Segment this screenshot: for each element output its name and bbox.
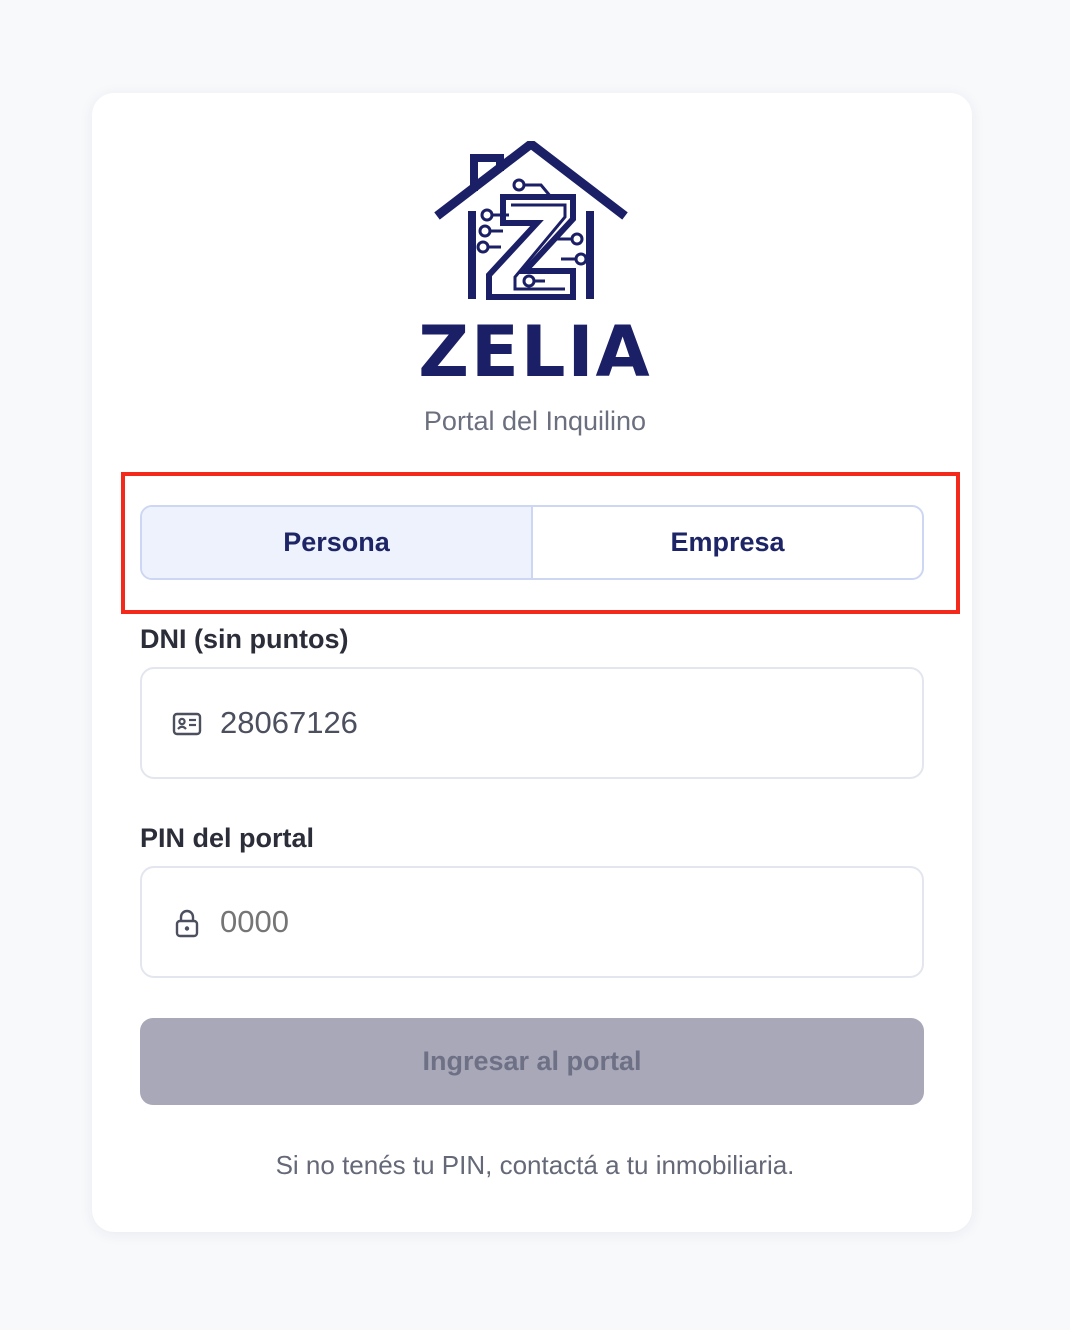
id-card-icon bbox=[172, 712, 202, 736]
pin-input[interactable] bbox=[220, 868, 910, 976]
account-type-toggle: Persona Empresa bbox=[140, 505, 924, 580]
dni-field bbox=[140, 667, 924, 779]
pin-help-text: Si no tenés tu PIN, contactá a tu inmobi… bbox=[275, 1150, 795, 1180]
lock-icon bbox=[175, 909, 199, 938]
dni-input[interactable] bbox=[220, 669, 910, 777]
tab-empresa[interactable]: Empresa bbox=[533, 507, 922, 578]
portal-subtitle: Portal del Inquilino bbox=[423, 406, 647, 436]
dni-label: DNI (sin puntos) bbox=[140, 624, 349, 654]
brand-name: ZELIA bbox=[418, 311, 652, 393]
submit-button[interactable]: Ingresar al portal bbox=[140, 1018, 924, 1105]
tab-persona[interactable]: Persona bbox=[142, 507, 531, 578]
house-circuit-z-icon bbox=[434, 141, 628, 300]
pin-label: PIN del portal bbox=[140, 823, 315, 853]
pin-field bbox=[140, 866, 924, 978]
